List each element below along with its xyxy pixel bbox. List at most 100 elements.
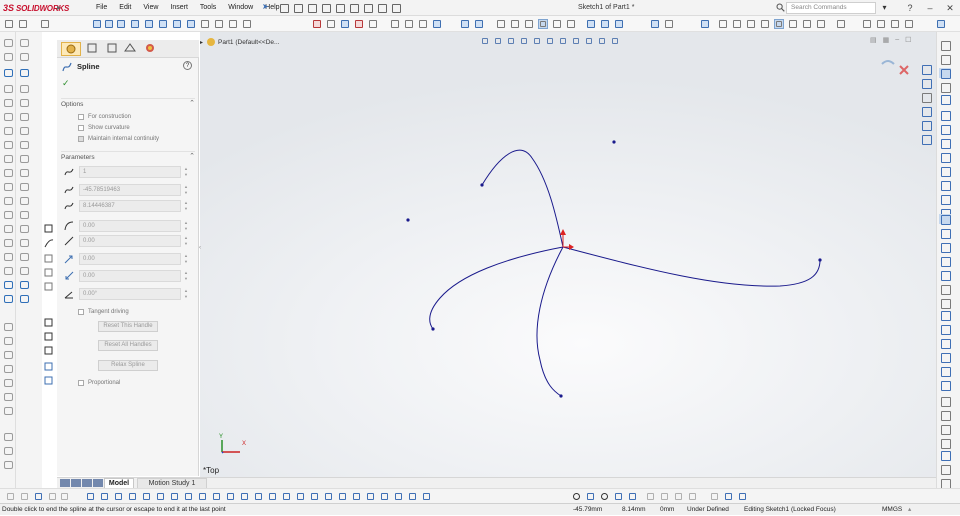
tool-b2-icon[interactable] (19, 52, 29, 61)
normal-to-icon[interactable] (700, 19, 710, 29)
tool-b15-icon[interactable] (19, 238, 29, 247)
tool-r32-icon[interactable] (939, 464, 951, 475)
control-polygon-icon[interactable] (44, 254, 54, 264)
display-style-icon[interactable] (474, 19, 484, 29)
repair-sketch-icon[interactable] (326, 19, 336, 29)
tool-b11-icon[interactable] (156, 492, 165, 501)
spline-right[interactable] (562, 246, 821, 287)
undo-icon[interactable] (334, 2, 346, 13)
grid-icon[interactable] (724, 492, 733, 501)
relax-spline-button[interactable]: Relax Spline (98, 360, 158, 371)
tab-feature-tree[interactable] (83, 42, 103, 56)
view-orientation-icon[interactable] (460, 19, 470, 29)
tangent-driving-checkbox[interactable]: Tangent driving (78, 307, 129, 316)
rectangle-icon[interactable] (939, 138, 951, 149)
zoom-area-icon[interactable] (404, 19, 414, 29)
tool-b16-icon[interactable] (226, 492, 235, 501)
tool-b7-icon[interactable] (19, 126, 29, 135)
cartoon-icon[interactable] (816, 19, 826, 29)
tool-b9-icon[interactable] (19, 154, 29, 163)
front-view-icon[interactable] (496, 19, 506, 29)
display-relations-icon[interactable] (312, 19, 322, 29)
curvature-handle-icon[interactable] (44, 238, 54, 248)
file-explorer-icon[interactable] (920, 92, 932, 103)
tool-26-icon[interactable] (3, 406, 13, 415)
collapse-chevron-icon[interactable]: ⌃ (189, 152, 195, 160)
close-button[interactable]: ✕ (940, 0, 960, 16)
tab-dimxpert[interactable] (121, 42, 141, 56)
mirror-icon[interactable] (242, 19, 252, 29)
tool-4-icon[interactable] (3, 84, 13, 93)
reset-all-handles-button[interactable]: Reset All Handles (98, 340, 158, 351)
tool-b11-icon[interactable] (19, 182, 29, 191)
shadows-icon[interactable] (788, 19, 798, 29)
tool-b7-icon[interactable] (100, 492, 109, 501)
grid-icon[interactable] (939, 54, 951, 65)
tool-b6-icon[interactable] (19, 112, 29, 121)
text-icon[interactable] (939, 310, 951, 321)
shaded-icon[interactable] (774, 19, 784, 29)
point-icon[interactable] (939, 284, 951, 295)
maintain-continuity-checkbox[interactable]: Maintain internal continuity (78, 134, 159, 143)
save-icon[interactable] (306, 2, 318, 13)
search-options-icon[interactable]: ▾ (878, 0, 891, 16)
back-view-icon[interactable] (510, 19, 520, 29)
centerpoint-icon[interactable] (939, 298, 951, 309)
shaded-with-edges-icon[interactable] (760, 19, 770, 29)
tangent-angle-field[interactable]: 0.00° (79, 288, 181, 300)
radius-of-curvature-spinner[interactable]: ▲ ▼ (183, 220, 189, 232)
tool-b17-icon[interactable] (19, 266, 29, 275)
spline-points-icon[interactable] (44, 318, 54, 328)
spline-icon[interactable] (172, 19, 182, 29)
slot-icon[interactable] (939, 152, 951, 163)
help-icon[interactable]: ? (183, 61, 192, 70)
spline-point[interactable] (480, 183, 484, 187)
y-coordinate-spinner[interactable]: ▲ ▼ (183, 200, 189, 212)
tool-9-icon[interactable] (3, 154, 13, 163)
tool-c2-icon[interactable] (660, 492, 669, 501)
tool-28-icon[interactable] (3, 446, 13, 455)
tool-b23-icon[interactable] (324, 492, 333, 501)
open-icon[interactable] (292, 2, 304, 13)
tool-b24-icon[interactable] (338, 492, 347, 501)
hidden-lines-visible-icon[interactable] (732, 19, 742, 29)
tool-r27-icon[interactable] (939, 396, 951, 407)
appearances-icon[interactable] (920, 120, 932, 131)
tool-12-icon[interactable] (3, 196, 13, 205)
minimize-button[interactable]: – (920, 0, 940, 16)
reset-this-handle-button[interactable]: Reset This Handle (98, 321, 158, 332)
tool-b29-icon[interactable] (408, 492, 417, 501)
trim-icon[interactable] (614, 492, 623, 501)
tool-b13-icon[interactable] (19, 210, 29, 219)
perimeter-circle-icon[interactable] (939, 180, 951, 191)
file-properties-icon[interactable] (376, 2, 388, 13)
menu-insert[interactable]: Insert (164, 0, 194, 16)
spline-point[interactable] (612, 140, 616, 144)
linear-pattern-icon[interactable] (904, 19, 914, 29)
quick-snaps-icon[interactable] (340, 19, 350, 29)
tool-17-icon[interactable] (3, 266, 13, 275)
tool-29-icon[interactable] (3, 460, 13, 469)
tool-5-icon[interactable] (3, 98, 13, 107)
sketch-offset-icon[interactable] (890, 19, 900, 29)
spline-point[interactable] (818, 258, 822, 262)
tool-b5-icon[interactable] (60, 492, 69, 501)
help-question-icon[interactable]: ? (900, 0, 920, 16)
slot-icon[interactable] (116, 19, 126, 29)
tool-b13-icon[interactable] (184, 492, 193, 501)
first-tab-icon[interactable] (60, 479, 70, 487)
panel-splitter[interactable]: ‹ (199, 245, 203, 265)
tool-8-icon[interactable] (3, 140, 13, 149)
tool-19-icon[interactable] (3, 294, 13, 303)
tool-1-icon[interactable] (3, 38, 13, 47)
mirror-icon[interactable] (939, 380, 951, 391)
shaded-edges-icon[interactable] (650, 19, 660, 29)
tool-27-icon[interactable] (3, 432, 13, 441)
spline-point[interactable] (406, 218, 410, 222)
tool-24-icon[interactable] (3, 378, 13, 387)
tool-b10-icon[interactable] (19, 168, 29, 177)
tool-b14-icon[interactable] (198, 492, 207, 501)
dimetric-view-icon[interactable] (614, 19, 624, 29)
tool-b18-icon[interactable] (19, 280, 29, 289)
trim-icon[interactable] (939, 338, 951, 349)
